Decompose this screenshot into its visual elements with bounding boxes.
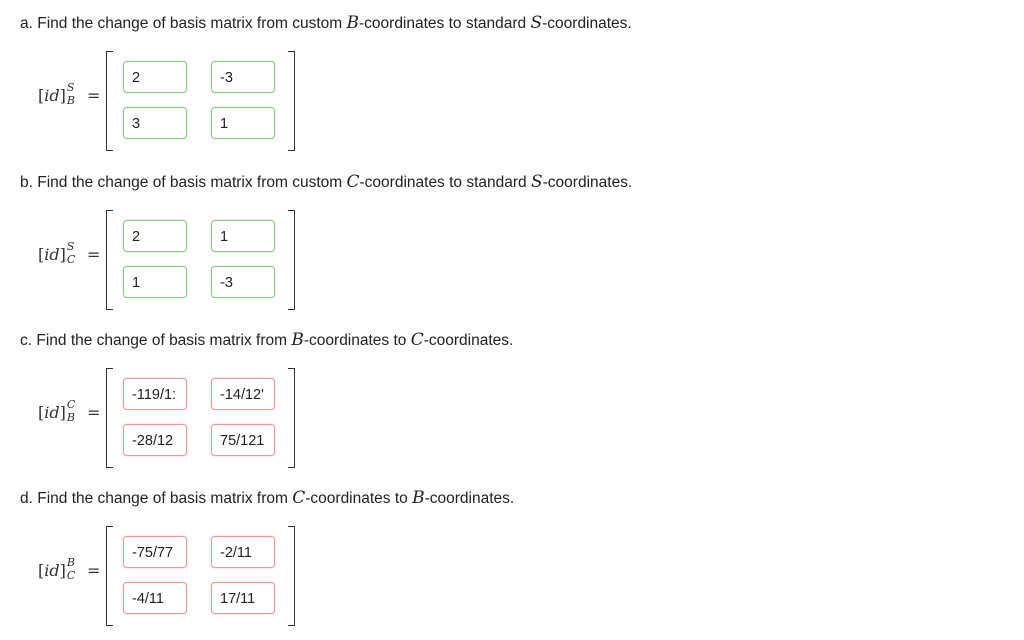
- question-text: b. Find the change of basis matrix from …: [20, 172, 633, 192]
- matrix-cell-r2c1[interactable]: -28/12: [123, 424, 187, 456]
- question-text: d. Find the change of basis matrix from …: [20, 488, 515, 508]
- matrix-label: [id] B C =: [38, 556, 101, 582]
- matrix-right-bracket: [288, 526, 295, 626]
- matrix-cell-r1c1[interactable]: -119/1:: [123, 378, 187, 410]
- matrix-cell-r2c2[interactable]: 75/121: [211, 424, 275, 456]
- question-part-d: d. Find the change of basis matrix from …: [0, 475, 1024, 633]
- question-part-c: c. Find the change of basis matrix from …: [0, 317, 1024, 475]
- matrix-cell-r1c2[interactable]: -2/11: [211, 536, 275, 568]
- question-part-a: a. Find the change of basis matrix from …: [0, 0, 1024, 158]
- matrix-right-bracket: [288, 210, 295, 310]
- matrix-label: [id] C B =: [38, 398, 101, 424]
- matrix-cell-r1c2[interactable]: -14/12': [211, 378, 275, 410]
- matrix-cell-r2c2[interactable]: 1: [211, 107, 275, 139]
- question-text: a. Find the change of basis matrix from …: [20, 13, 632, 33]
- matrix-cell-r1c1[interactable]: 2: [123, 61, 187, 93]
- matrix-left-bracket: [106, 210, 113, 310]
- matrix-cell-r1c1[interactable]: -75/77: [123, 536, 187, 568]
- matrix-cell-r1c2[interactable]: -3: [211, 61, 275, 93]
- matrix-cell-r2c2[interactable]: 17/11: [211, 582, 275, 614]
- matrix-left-bracket: [106, 526, 113, 626]
- matrix-right-bracket: [288, 51, 295, 151]
- matrix-left-bracket: [106, 51, 113, 151]
- matrix-label: [id] S C =: [38, 240, 101, 266]
- matrix-cell-r2c1[interactable]: 3: [123, 107, 187, 139]
- matrix-cell-r1c1[interactable]: 2: [123, 220, 187, 252]
- matrix-label: [id] S B =: [38, 81, 101, 107]
- matrix-cell-r2c2[interactable]: -3: [211, 266, 275, 298]
- question-part-b: b. Find the change of basis matrix from …: [0, 159, 1024, 317]
- matrix-right-bracket: [288, 368, 295, 468]
- matrix-cell-r2c1[interactable]: 1: [123, 266, 187, 298]
- question-text: c. Find the change of basis matrix from …: [20, 330, 514, 350]
- matrix-left-bracket: [106, 368, 113, 468]
- matrix-cell-r1c2[interactable]: 1: [211, 220, 275, 252]
- matrix-cell-r2c1[interactable]: -4/11: [123, 582, 187, 614]
